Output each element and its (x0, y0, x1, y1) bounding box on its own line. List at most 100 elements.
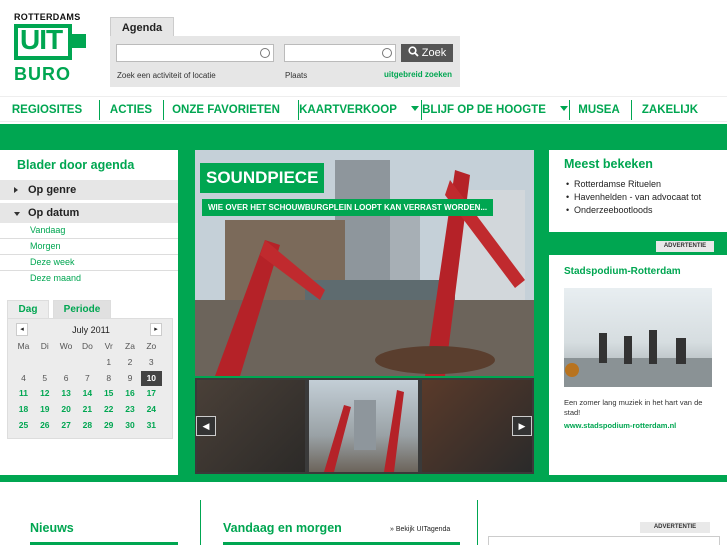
calendar-day-today[interactable]: 10 (140, 370, 162, 386)
calendar-day[interactable]: 21 (77, 402, 98, 417)
search-icon (408, 46, 419, 57)
calendar-day[interactable]: 31 (141, 418, 162, 433)
sidebar-title: Blader door agenda (17, 158, 135, 172)
logo-uit: UIT (20, 24, 63, 55)
calendar-day[interactable]: 19 (34, 402, 55, 417)
hero-title[interactable]: SOUNDPIECE (200, 163, 325, 193)
logo-buro: BURO (14, 64, 71, 84)
calendar-day[interactable]: 27 (56, 418, 77, 433)
advertentie-label: ADVERTENTIE (640, 522, 710, 533)
weekday-label: Do (81, 341, 93, 351)
ad-frame (488, 536, 720, 545)
calendar-day[interactable]: 30 (120, 418, 141, 433)
stadspodium-title[interactable]: Stadspodium-Rotterdam (564, 266, 681, 277)
thumbnail-strip: ◀ ▶ (195, 378, 534, 474)
date-link-deze-maand[interactable]: Deze maand (0, 271, 178, 287)
calendar-day (77, 355, 98, 370)
calendar-day[interactable]: 5 (34, 371, 55, 386)
weekday-label: Vr (104, 341, 113, 351)
calendar-day[interactable]: 7 (77, 371, 98, 386)
thumbnail-illustration (324, 390, 404, 472)
calendar-day[interactable]: 25 (13, 418, 34, 433)
search-panel: Agenda Zoek een activiteit of locatie Pl… (110, 17, 460, 87)
tab-periode[interactable]: Periode (53, 300, 111, 318)
calendar-day[interactable]: 1 (98, 355, 119, 370)
calendar-day[interactable]: 24 (141, 402, 162, 417)
calendar-day[interactable]: 9 (120, 371, 141, 386)
nav-kaartverkoop[interactable]: KAARTVERKOOP (299, 97, 419, 123)
calendar-day[interactable]: 16 (120, 386, 141, 401)
uitburo-logo[interactable]: ROTTERDAMS UIT BURO (10, 12, 90, 84)
date-link-deze-week[interactable]: Deze week (0, 255, 178, 271)
calendar-day[interactable]: 17 (141, 386, 162, 401)
calendar-day[interactable]: 4 (13, 371, 34, 386)
extended-search-link[interactable]: uitgebreid zoeken (384, 70, 452, 79)
meest-bekeken-item[interactable]: Rotterdamse Rituelen (566, 179, 661, 189)
nieuws-heading: Nieuws (30, 521, 74, 535)
accordion-label: Op datum (28, 207, 80, 219)
advertentie-label: ADVERTENTIE (656, 241, 714, 252)
thumbnail-prev-button[interactable]: ◀ (196, 416, 216, 436)
tab-agenda[interactable]: Agenda (110, 17, 174, 37)
calendar-day[interactable]: 6 (56, 371, 77, 386)
stadspodium-link[interactable]: www.stadspodium-rotterdam.nl (564, 421, 676, 430)
date-link-vandaag[interactable]: Vandaag (0, 223, 178, 239)
calendar-day[interactable]: 13 (56, 386, 77, 401)
hero-subtitle[interactable]: WIE OVER HET SCHOUWBURGPLEIN LOOPT KAN V… (202, 199, 494, 216)
hero-image[interactable]: SOUNDPIECE WIE OVER HET SCHOUWBURGPLEIN … (195, 150, 534, 376)
calendar-day[interactable]: 22 (98, 402, 119, 417)
zoek-button[interactable]: Zoek (401, 44, 453, 62)
calendar-day[interactable]: 20 (56, 402, 77, 417)
calendar-day[interactable]: 18 (13, 402, 34, 417)
nav-onze-favorieten[interactable]: ONZE FAVORIETEN (164, 97, 288, 137)
stadspodium-image[interactable] (564, 288, 712, 387)
clear-icon (260, 48, 270, 58)
nav-regiosites[interactable]: REGIOSITES (6, 97, 88, 137)
tab-dag[interactable]: Dag (7, 300, 49, 318)
green-band (0, 124, 727, 150)
nav-zakelijk[interactable]: ZAKELIJK (632, 97, 708, 123)
calendar-day[interactable]: 12 (34, 386, 55, 401)
place-input[interactable] (284, 44, 396, 62)
calendar-day (34, 355, 55, 370)
accordion-op-genre[interactable]: Op genre (0, 180, 178, 200)
weekday-label: Di (40, 341, 49, 351)
calendar-day[interactable]: 2 (120, 355, 141, 370)
calendar-day[interactable]: 3 (141, 355, 162, 370)
bekijk-agenda-link[interactable]: » Bekijk UITagenda (390, 526, 450, 533)
agenda-sidebar: Blader door agenda Op genre Op datum Van… (0, 150, 178, 475)
activity-search-input[interactable] (116, 44, 274, 62)
calendar-day[interactable]: 8 (98, 371, 119, 386)
accordion-op-datum[interactable]: Op datum (0, 203, 178, 223)
weekday-label: Za (125, 341, 135, 351)
meest-bekeken-item[interactable]: Havenhelden - van advocaat tot (566, 192, 701, 202)
activity-search-label: Zoek een activiteit of locatie (117, 71, 216, 80)
calendar-day[interactable]: 15 (98, 386, 119, 401)
calendar-day[interactable]: 11 (13, 386, 34, 401)
meest-bekeken-item[interactable]: Onderzeebootloods (566, 205, 653, 215)
nav-blijf-op-de-hoogte[interactable]: BLIJF OP DE HOOGTE (422, 97, 568, 123)
nav-musea[interactable]: MUSEA (570, 97, 628, 123)
meest-bekeken-panel: Meest bekeken Rotterdamse Rituelen Haven… (549, 150, 727, 232)
calendar-day[interactable]: 26 (34, 418, 55, 433)
nav-acties[interactable]: ACTIES (100, 97, 162, 123)
calendar-day[interactable]: 29 (98, 418, 119, 433)
meest-bekeken-title: Meest bekeken (564, 157, 653, 171)
stadspodium-text: Een zomer lang muziek in het hart van de… (564, 398, 703, 417)
calendar-day[interactable]: 23 (120, 402, 141, 417)
next-month-button[interactable]: ▸ (150, 323, 162, 336)
weekday-label: Zo (146, 341, 157, 351)
thumbnail-next-button[interactable]: ▶ (512, 416, 532, 436)
calendar-day (56, 355, 77, 370)
calendar-day[interactable]: 14 (77, 386, 98, 401)
chevron-down-icon (410, 106, 419, 111)
chevron-right-icon (14, 187, 18, 193)
stadspodium-ad[interactable]: Stadspodium-Rotterdam Een zomer lang muz… (549, 255, 727, 475)
calendar-day[interactable]: 28 (77, 418, 98, 433)
weekday-label: Wo (59, 341, 73, 351)
nav-label: ONZE FAVORIETEN (172, 104, 280, 116)
chevron-down-icon (14, 212, 20, 216)
column-divider (477, 500, 478, 545)
thumbnail-active[interactable] (309, 380, 418, 472)
date-link-morgen[interactable]: Morgen (0, 239, 178, 255)
